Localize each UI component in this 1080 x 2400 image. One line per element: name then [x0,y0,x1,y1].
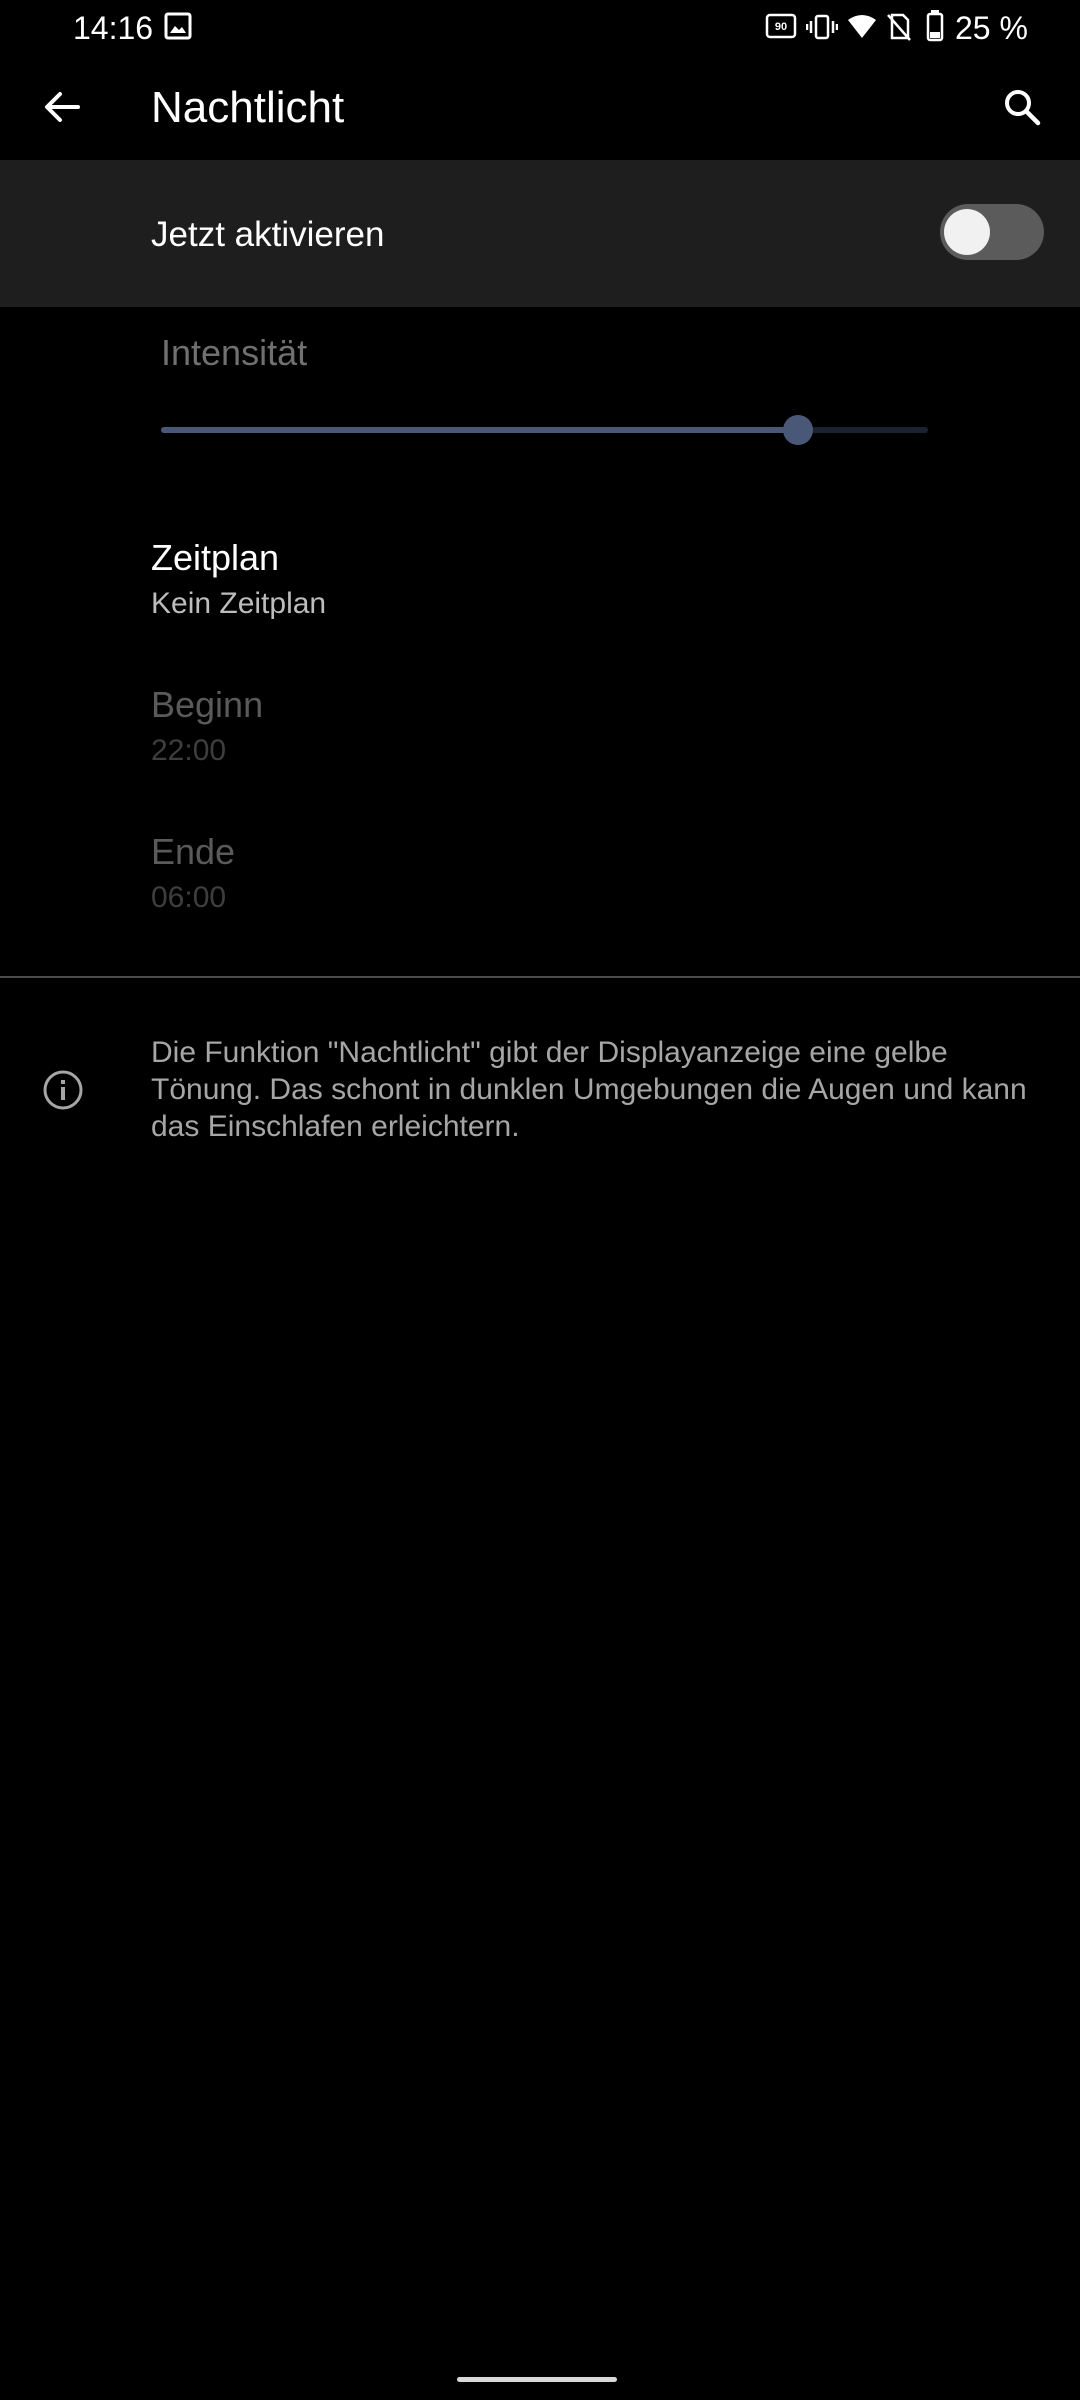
back-button[interactable] [30,75,94,139]
battery-icon [926,10,944,42]
toggle-thumb [944,209,990,255]
info-icon [40,1067,86,1113]
vibrate-icon [805,12,839,42]
end-time-title: Ende [151,831,236,872]
slider-thumb[interactable] [782,415,813,445]
main-switch-label: Jetzt aktivieren [151,215,385,254]
nightlight-toggle[interactable] [940,204,1044,260]
image-icon [164,12,192,40]
no-sim-icon [886,12,912,42]
end-time-value: 06:00 [151,881,227,914]
status-time: 14:16 [73,10,154,46]
intensity-slider[interactable] [161,415,928,445]
arrow-back-icon [45,92,80,122]
refresh-rate-90hz-icon: 90 [765,12,797,42]
divider [0,976,1080,978]
status-bar [0,0,1080,56]
slider-fill [161,427,798,433]
schedule-value: Kein Zeitplan [151,587,327,620]
search-button[interactable] [990,75,1054,139]
start-time-value: 22:00 [151,734,227,767]
page-title: Nachtlicht [151,83,345,132]
wifi-icon [846,12,878,42]
svg-text:90: 90 [775,21,787,33]
battery-percentage: 25 % [955,10,1028,46]
start-time-title: Beginn [151,684,264,725]
intensity-label: Intensität [161,332,308,373]
search-icon [1005,90,1041,126]
footer-info-text: Die Funktion "Nachtlicht" gibt der Displ… [151,1036,1027,1143]
schedule-title: Zeitplan [151,537,280,578]
gesture-navigation-handle[interactable] [457,2377,617,2382]
